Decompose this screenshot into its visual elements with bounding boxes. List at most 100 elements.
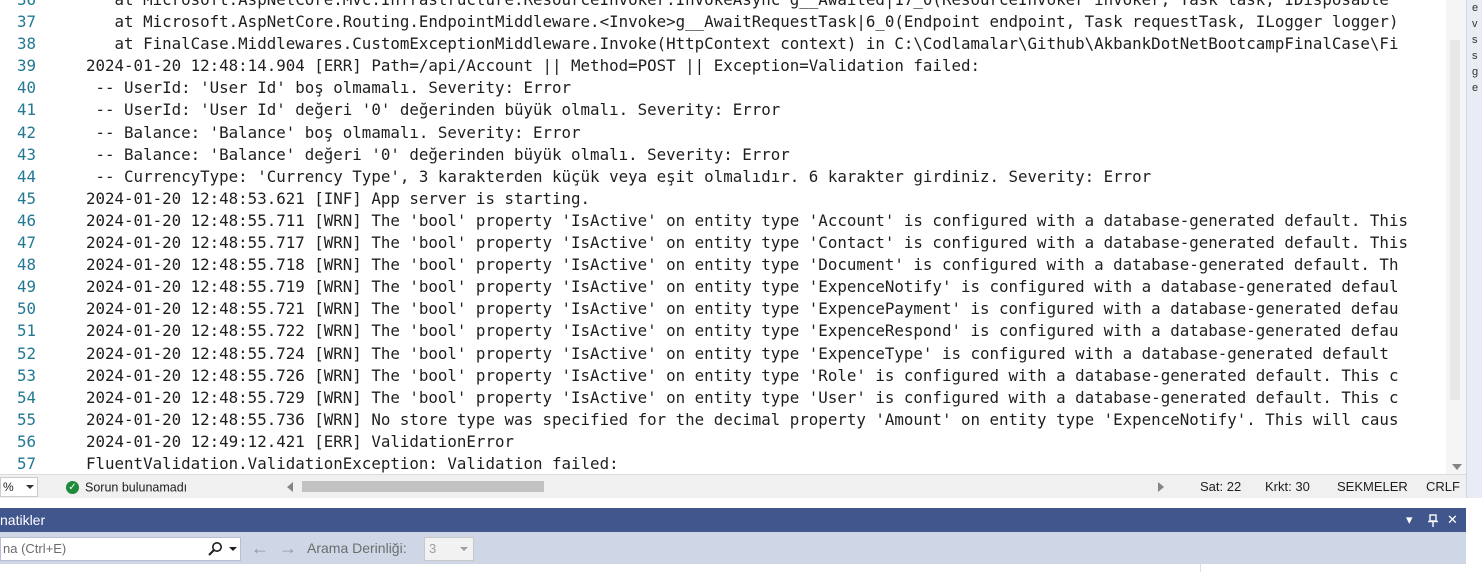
search-depth-value: 3 bbox=[429, 541, 437, 556]
tool-window: natikler ▾ ✕ na (Ctrl+E) ← → Arama Derin… bbox=[0, 498, 1482, 572]
code-line[interactable]: 44 -- CurrencyType: 'Currency Type', 3 k… bbox=[0, 166, 1446, 188]
tool-window-content bbox=[0, 564, 1466, 572]
code-line[interactable]: 43 -- Balance: 'Balance' değeri '0' değe… bbox=[0, 144, 1446, 166]
code-line[interactable]: 40 -- UserId: 'User Id' boş olmamalı. Se… bbox=[0, 77, 1446, 99]
code-line[interactable]: 53 2024-01-20 12:48:55.726 [WRN] The 'boo… bbox=[0, 365, 1446, 387]
code-line[interactable]: 52 2024-01-20 12:48:55.724 [WRN] The 'boo… bbox=[0, 343, 1446, 365]
right-panel-char: v bbox=[1472, 18, 1478, 30]
editor-status-bar: % ✓ Sorun bulunamadı Sat: 22 Krkt: 30 SEK… bbox=[0, 474, 1466, 499]
horizontal-scrollbar-thumb[interactable] bbox=[302, 481, 544, 492]
vertical-scrollbar[interactable] bbox=[1446, 0, 1466, 474]
line-text: 2024-01-20 12:49:12.421 [ERR] Validation… bbox=[86, 431, 514, 451]
back-arrow-icon[interactable]: ← bbox=[250, 537, 270, 559]
zoom-level-value: % bbox=[3, 480, 14, 494]
line-number: 53 bbox=[16, 365, 36, 385]
scroll-down-arrow-icon[interactable] bbox=[1452, 464, 1462, 470]
line-text: 2024-01-20 12:48:55.719 [WRN] The 'bool'… bbox=[86, 277, 1399, 297]
search-depth-select[interactable]: 3 bbox=[424, 537, 474, 561]
line-text: -- Balance: 'Balance' değeri '0' değerin… bbox=[86, 144, 790, 164]
code-line[interactable]: 46 2024-01-20 12:48:55.711 [WRN] The 'boo… bbox=[0, 210, 1446, 232]
line-text: 2024-01-20 12:48:14.904 [ERR] Path=/api/… bbox=[86, 56, 980, 76]
code-line[interactable]: 54 2024-01-20 12:48:55.729 [WRN] The 'boo… bbox=[0, 387, 1446, 409]
scroll-left-arrow-icon[interactable] bbox=[287, 482, 293, 492]
code-line[interactable]: 42 -- Balance: 'Balance' boş olmamalı. S… bbox=[0, 122, 1446, 144]
line-text: 2024-01-20 12:48:55.711 [WRN] The 'bool'… bbox=[86, 210, 1408, 230]
code-line[interactable]: 55 2024-01-20 12:48:55.736 [WRN] No store… bbox=[0, 409, 1446, 431]
line-text: FluentValidation.ValidationException: Va… bbox=[86, 453, 619, 473]
scroll-right-arrow-icon[interactable] bbox=[1158, 482, 1164, 492]
chevron-down-icon bbox=[26, 485, 34, 489]
chevron-down-icon bbox=[460, 547, 468, 551]
tool-window-toolbar: na (Ctrl+E) ← → Arama Derinliği: 3 bbox=[0, 532, 1466, 564]
window-menu-icon[interactable]: ▾ bbox=[1406, 508, 1413, 532]
search-options-chevron-icon[interactable] bbox=[229, 547, 237, 551]
issues-text: Sorun bulunamadı bbox=[85, 480, 188, 495]
cursor-line[interactable]: Sat: 22 bbox=[1200, 479, 1241, 495]
line-number: 38 bbox=[16, 34, 36, 54]
zoom-level-dropdown[interactable]: % bbox=[0, 477, 38, 497]
code-line[interactable]: 56 2024-01-20 12:49:12.421 [ERR] Validati… bbox=[0, 431, 1446, 453]
line-number: 45 bbox=[16, 188, 36, 208]
right-panel-char: s bbox=[1472, 34, 1478, 46]
line-number: 44 bbox=[16, 166, 36, 186]
line-text: -- UserId: 'User Id' boş olmamalı. Sever… bbox=[86, 78, 572, 98]
pin-icon[interactable] bbox=[1427, 508, 1439, 532]
code-line[interactable]: 37 at Microsoft.AspNetCore.Routing.Endpo… bbox=[0, 11, 1446, 33]
search-input[interactable]: na (Ctrl+E) bbox=[0, 537, 241, 561]
line-number: 49 bbox=[16, 277, 36, 297]
line-text: 2024-01-20 12:48:55.736 [WRN] No store t… bbox=[86, 409, 1399, 429]
tool-window-title-bar: natikler ▾ ✕ bbox=[0, 508, 1466, 532]
right-panel-char: e bbox=[1472, 2, 1479, 14]
check-circle-icon: ✓ bbox=[66, 481, 79, 495]
indent-mode[interactable]: SEKMELER bbox=[1337, 479, 1408, 495]
line-text: at Microsoft.AspNetCore.Mvc.Infrastructu… bbox=[86, 0, 1446, 11]
line-text: -- CurrencyType: 'Currency Type', 3 kara… bbox=[86, 166, 1152, 186]
cursor-char[interactable]: Krkt: 30 bbox=[1265, 479, 1310, 495]
line-number: 42 bbox=[16, 122, 36, 142]
code-line[interactable]: 57 FluentValidation.ValidationException: … bbox=[0, 453, 1446, 474]
line-text: at FinalCase.Middlewares.CustomException… bbox=[86, 34, 1399, 54]
code-line[interactable]: 39 2024-01-20 12:48:14.904 [ERR] Path=/ap… bbox=[0, 55, 1446, 77]
line-text: at Microsoft.AspNetCore.Routing.Endpoint… bbox=[86, 12, 1399, 32]
code-line[interactable]: 50 2024-01-20 12:48:55.721 [WRN] The 'boo… bbox=[0, 298, 1446, 320]
line-number: 40 bbox=[16, 78, 36, 98]
close-icon[interactable]: ✕ bbox=[1447, 508, 1458, 532]
code-line[interactable]: 49 2024-01-20 12:48:55.719 [WRN] The 'boo… bbox=[0, 276, 1446, 298]
code-line[interactable]: 45 2024-01-20 12:48:53.621 [INF] App serv… bbox=[0, 188, 1446, 210]
right-side-panel-text: evssge bbox=[1472, 0, 1482, 150]
line-number: 36 bbox=[0, 0, 36, 11]
code-line[interactable]: 51 2024-01-20 12:48:55.722 [WRN] The 'boo… bbox=[0, 320, 1446, 342]
line-number: 50 bbox=[16, 299, 36, 319]
search-icon[interactable] bbox=[207, 541, 223, 557]
line-number: 43 bbox=[16, 144, 36, 164]
editor-lines: 36 at Microsoft.AspNetCore.Mvc.Infrastru… bbox=[0, 0, 1446, 474]
line-number: 47 bbox=[16, 233, 36, 253]
issues-indicator[interactable]: ✓ Sorun bulunamadı bbox=[66, 479, 187, 495]
line-number: 55 bbox=[16, 409, 36, 429]
line-number: 56 bbox=[16, 431, 36, 451]
line-number: 39 bbox=[16, 56, 36, 76]
line-number: 51 bbox=[16, 321, 36, 341]
forward-arrow-icon[interactable]: → bbox=[278, 537, 298, 559]
code-line[interactable]: 36 at Microsoft.AspNetCore.Mvc.Infrastru… bbox=[0, 0, 1446, 11]
line-text: 2024-01-20 12:48:55.726 [WRN] The 'bool'… bbox=[86, 365, 1399, 385]
vertical-scrollbar-thumb[interactable] bbox=[1450, 40, 1460, 400]
code-line[interactable]: 48 2024-01-20 12:48:55.718 [WRN] The 'boo… bbox=[0, 254, 1446, 276]
right-panel-char: e bbox=[1472, 82, 1479, 94]
line-text: 2024-01-20 12:48:53.621 [INF] App server… bbox=[86, 188, 591, 208]
code-line[interactable]: 38 at FinalCase.Middlewares.CustomExcept… bbox=[0, 33, 1446, 55]
column-divider[interactable] bbox=[1200, 564, 1201, 572]
tool-window-title: natikler bbox=[0, 512, 46, 528]
line-number: 52 bbox=[16, 343, 36, 363]
code-line[interactable]: 41 -- UserId: 'User Id' değeri '0' değer… bbox=[0, 99, 1446, 121]
line-ending[interactable]: CRLF bbox=[1426, 479, 1460, 495]
line-number: 57 bbox=[16, 453, 36, 473]
line-text: 2024-01-20 12:48:55.717 [WRN] The 'bool'… bbox=[86, 233, 1408, 253]
code-editor[interactable]: 36 at Microsoft.AspNetCore.Mvc.Infrastru… bbox=[0, 0, 1452, 474]
line-number: 48 bbox=[16, 255, 36, 275]
line-number: 41 bbox=[16, 100, 36, 120]
line-text: 2024-01-20 12:48:55.729 [WRN] The 'bool'… bbox=[86, 387, 1399, 407]
line-text: -- UserId: 'User Id' değeri '0' değerind… bbox=[86, 100, 781, 120]
right-panel-char: g bbox=[1472, 66, 1479, 78]
code-line[interactable]: 47 2024-01-20 12:48:55.717 [WRN] The 'boo… bbox=[0, 232, 1446, 254]
